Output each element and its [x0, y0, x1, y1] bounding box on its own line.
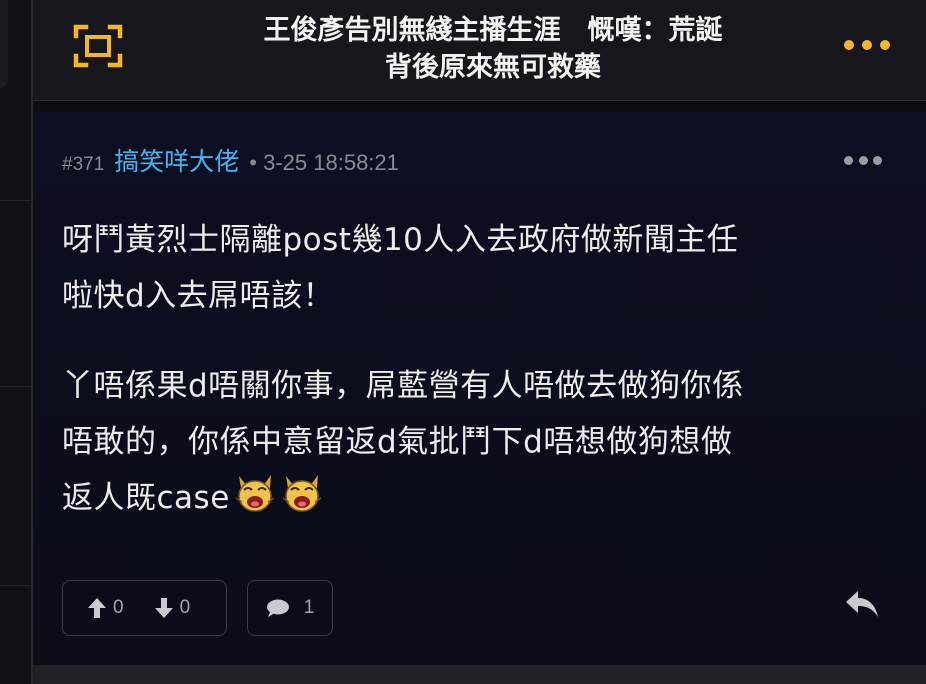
post-text-line: 丫唔係果d唔關你事，屌藍營有人唔做去做狗你係 — [62, 368, 744, 404]
comment-bubble-icon — [266, 599, 289, 617]
post-text-line: 唔敢的，你係中意留返d氣批鬥下d唔想做狗想做 — [62, 424, 733, 460]
sidebar-divider — [0, 585, 31, 586]
left-sidebar-edge — [0, 0, 33, 684]
post-number: #371 — [62, 154, 105, 175]
post-text-line: 啦快d入去屌唔該！ — [62, 278, 335, 314]
thread-title-line1: 王俊彥告別無綫主播生涯 慨嘆：荒誕 — [263, 15, 723, 46]
thread-title-line2: 背後原來無可救藥 — [385, 52, 601, 83]
post-content: 呀鬥黃烈士隔離post幾10人入去政府做新聞主任 啦快d入去屌唔該！ 丫唔係果d… — [62, 212, 902, 526]
laughing-cat-emoji-icon — [235, 475, 275, 512]
post-meta: #371 搞笑咩大佬 • 3-25 18:58:21 — [62, 142, 399, 178]
sidebar-divider — [0, 386, 31, 387]
post-more-icon[interactable] — [844, 155, 882, 165]
post-timestamp: • 3-25 18:58:21 — [249, 150, 399, 175]
sidebar-stub — [0, 0, 8, 88]
post-card: #371 搞笑咩大佬 • 3-25 18:58:21 呀鬥黃烈士隔離post幾1… — [33, 112, 926, 665]
comment-button[interactable]: 1 — [247, 580, 333, 636]
post-username[interactable]: 搞笑咩大佬 — [114, 142, 239, 178]
more-dots-icon[interactable] — [844, 38, 890, 52]
arrow-up-icon — [88, 598, 106, 618]
arrow-down-icon — [154, 598, 173, 618]
post-text-span: 返人既case — [62, 480, 230, 516]
comment-count: 1 — [303, 597, 315, 618]
bottom-strip — [33, 665, 926, 684]
thread-title: 王俊彥告別無綫主播生涯 慨嘆：荒誕 背後原來無可救藥 — [163, 12, 823, 86]
vote-box: 0 0 — [62, 580, 227, 636]
upvote-button[interactable]: 0 — [87, 597, 124, 619]
downvote-count: 0 — [179, 597, 191, 618]
thread-header: 王俊彥告別無綫主播生涯 慨嘆：荒誕 背後原來無可救藥 — [33, 0, 926, 101]
downvote-button[interactable]: 0 — [154, 597, 191, 619]
upvote-count: 0 — [113, 597, 124, 618]
reply-arrow-icon[interactable] — [844, 588, 880, 620]
sidebar-divider — [0, 200, 31, 201]
laughing-cat-emoji-icon — [282, 475, 322, 512]
fullscreen-frame-icon[interactable] — [73, 24, 123, 68]
post-text-line: 呀鬥黃烈士隔離post幾10人入去政府做新聞主任 — [62, 222, 739, 258]
post-text-line: 返人既case — [62, 470, 902, 526]
